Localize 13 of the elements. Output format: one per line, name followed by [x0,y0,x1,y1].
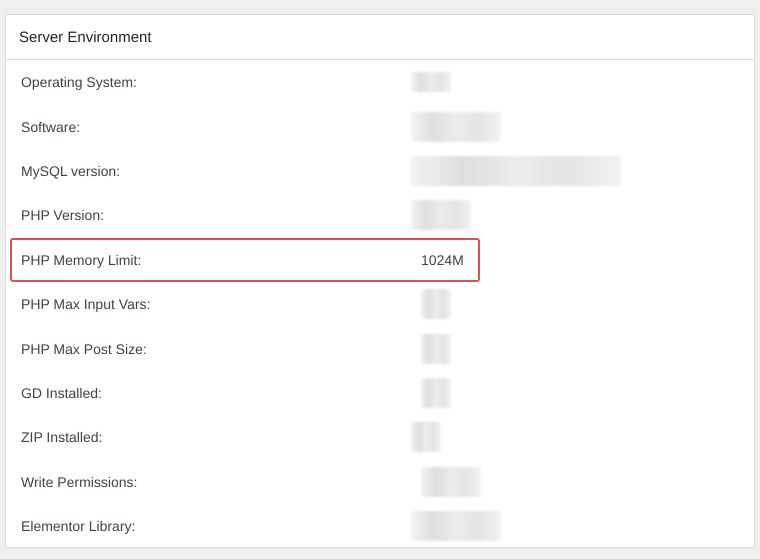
row-label: Software: [21,118,82,135]
row-label: PHP Memory Limit: [21,252,142,268]
row-value: 1024M [421,252,464,268]
panel-title: Server Environment [6,15,754,60]
row-label: MySQL version: [21,162,122,179]
row-label: PHP Max Post Size: [21,340,148,357]
row-label: PHP Max Input Vars: [21,296,152,312]
row-label: GD Installed: [21,384,103,401]
row-label: Operating System: [21,74,138,90]
row-label: Write Permissions: [21,474,138,490]
row-label: Elementor Library: [21,518,136,534]
row-label: ZIP Installed: [21,429,104,446]
row-label: PHP Version: [21,207,106,224]
